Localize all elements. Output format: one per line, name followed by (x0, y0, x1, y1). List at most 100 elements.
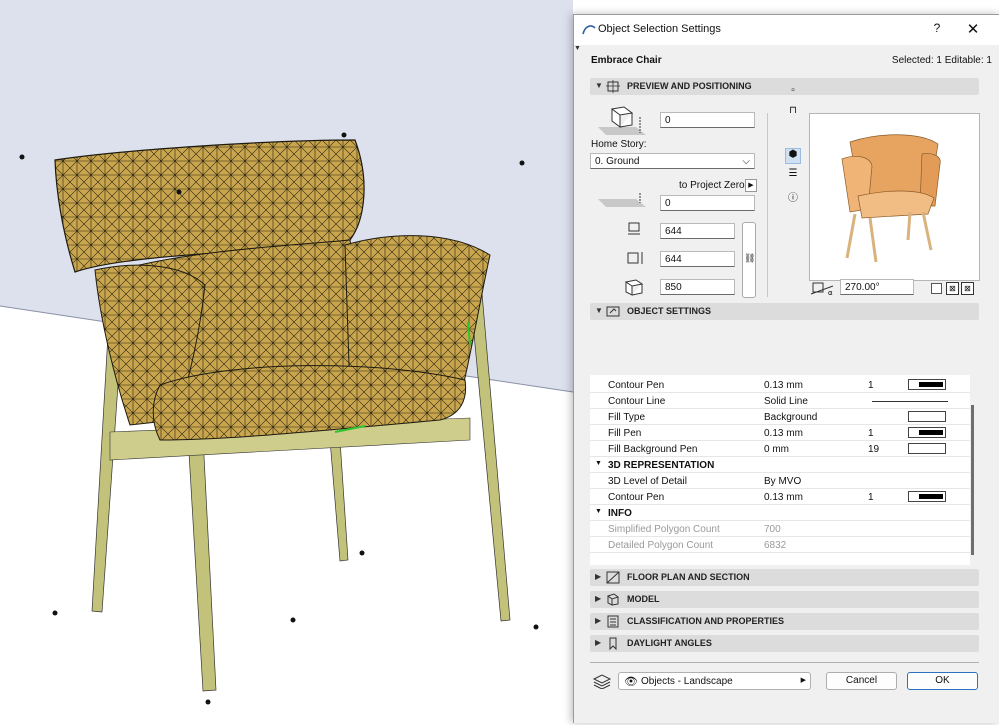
floor-plan-icon (606, 571, 620, 584)
square-icon: ▫ (791, 85, 795, 96)
info-icon: ⓘ (788, 193, 798, 204)
chain-link-icon: ⛓ (744, 253, 756, 263)
param-name: Fill Pen (608, 428, 642, 439)
pen-swatch[interactable] (908, 379, 946, 390)
info-button[interactable]: ⓘ (785, 189, 801, 205)
parameter-table[interactable]: Contour Pen 0.13 mm 1 Contour Line Solid… (590, 375, 970, 565)
close-button[interactable]: ✕ (962, 20, 984, 40)
rotation-angle-icon: α (810, 282, 834, 296)
depth-icon (627, 252, 643, 264)
section-label: MODEL (627, 594, 660, 604)
favorites-arrow-icon[interactable]: ▼ (574, 45, 581, 52)
elevation-view-icon: ☰ (788, 168, 798, 179)
section-floor-plan[interactable]: ▶ FLOOR PLAN AND SECTION (590, 569, 979, 586)
table-row[interactable]: 3D Level of Detail By MVO (590, 473, 970, 489)
table-scrollbar[interactable] (971, 405, 974, 555)
mirror-x-icon[interactable]: ⊠ (946, 282, 959, 295)
eye-icon: 👁 (624, 676, 638, 688)
width-icon (628, 222, 640, 235)
param-pen-number: 19 (868, 444, 880, 455)
pen-swatch[interactable] (908, 427, 946, 438)
param-name: Fill Type (608, 412, 646, 423)
view-elevation-button[interactable]: ☰ (785, 168, 801, 184)
chevron-down-icon: ⌵ (742, 156, 750, 167)
footer-separator (590, 662, 979, 663)
table-row[interactable]: Contour Pen 0.13 mm 1 (590, 489, 970, 505)
group-3d-representation[interactable]: ▼ 3D REPRESENTATION (590, 457, 970, 473)
size-lock-toggle[interactable]: ⛓ (742, 222, 756, 298)
table-row[interactable]: Contour Pen 0.13 mm 1 (590, 377, 970, 393)
chair-side-icon: ⊓ (789, 105, 797, 116)
home-story-label: Home Story: (591, 139, 647, 150)
svg-text:α: α (828, 289, 833, 296)
section-daylight[interactable]: ▶ DAYLIGHT ANGLES (590, 635, 979, 652)
expanded-triangle-icon: ▼ (595, 306, 603, 315)
layer-selector[interactable]: 👁 Objects - Landscape ▶ (618, 672, 811, 690)
help-button[interactable]: ? (928, 21, 946, 39)
width-field[interactable]: 644 (660, 223, 735, 239)
fill-swatch[interactable] (908, 443, 946, 454)
section-label: FLOOR PLAN AND SECTION (627, 572, 750, 582)
param-value: 0.13 mm (764, 492, 803, 503)
depth-field[interactable]: 644 (660, 251, 735, 267)
selection-info: Selected: 1 Editable: 1 (891, 55, 992, 66)
table-row[interactable]: Fill Background Pen 0 mm 19 (590, 441, 970, 457)
elevation-field[interactable]: 0 (660, 112, 755, 128)
pen-swatch[interactable] (908, 491, 946, 502)
object-name: Embrace Chair (591, 55, 662, 66)
object-preview[interactable] (809, 113, 980, 281)
dialog-title: Object Selection Settings (598, 23, 721, 35)
group-label: 3D REPRESENTATION (608, 460, 715, 471)
rotation-field[interactable]: 270.00° (840, 279, 914, 295)
ok-button[interactable]: OK (907, 672, 978, 690)
view-plan-button[interactable]: ▫ (785, 85, 801, 101)
height-field[interactable]: 850 (660, 279, 735, 295)
collapsed-triangle-icon: ▶ (595, 638, 602, 647)
group-info[interactable]: ▼ INFO (590, 505, 970, 521)
cancel-button[interactable]: Cancel (826, 672, 897, 690)
table-row[interactable]: Fill Pen 0.13 mm 1 (590, 425, 970, 441)
mirror-checkbox[interactable] (931, 283, 942, 294)
section-label: CLASSIFICATION AND PROPERTIES (627, 616, 785, 626)
param-name: Contour Pen (608, 380, 665, 391)
param-pen-number: 1 (868, 380, 874, 391)
model-cube-icon (606, 593, 620, 606)
param-name: 3D Level of Detail (608, 476, 687, 487)
param-value: 700 (764, 524, 781, 535)
param-value: 6832 (764, 540, 787, 551)
view-section-button[interactable]: ⊓ (785, 105, 801, 121)
home-story-dropdown[interactable]: 0. Ground ⌵ (590, 153, 755, 169)
line-type-swatch[interactable] (872, 401, 948, 402)
elevation-icon (598, 106, 646, 135)
expanded-triangle-icon: ▼ (595, 81, 603, 90)
chair-preview-image (841, 134, 941, 263)
param-value: 0.13 mm (764, 428, 803, 439)
param-pen-number: 1 (868, 428, 874, 439)
expanded-triangle-icon: ▼ (595, 460, 602, 467)
param-name: Simplified Polygon Count (608, 524, 720, 535)
classification-list-icon (607, 615, 619, 628)
section-object-settings[interactable]: ▼ OBJECT SETTINGS (590, 303, 979, 320)
object-selection-settings-dialog: Object Selection Settings ? ✕ ▼ Embrace … (573, 14, 999, 723)
view-3d-button[interactable]: ⬢ (785, 148, 801, 164)
title-bar[interactable]: Object Selection Settings ? ✕ (574, 15, 999, 45)
param-value: 0 mm (764, 444, 789, 455)
fill-swatch[interactable] (908, 411, 946, 422)
table-row[interactable]: Contour Line Solid Line (590, 393, 970, 409)
param-value: By MVO (764, 476, 802, 487)
param-name: Contour Line (608, 396, 666, 407)
chair-3d-model[interactable] (0, 0, 574, 722)
project-zero-field[interactable]: 0 (660, 195, 755, 211)
table-row[interactable]: Fill Type Background (590, 409, 970, 425)
chevron-right-icon: ▶ (800, 677, 806, 684)
section-label: PREVIEW AND POSITIONING (627, 81, 752, 91)
mirror-y-icon[interactable]: ⊠ (961, 282, 974, 295)
table-row: Simplified Polygon Count 700 (590, 521, 970, 537)
project-zero-label: to Project Zero (679, 180, 745, 191)
param-value: 0.13 mm (764, 380, 803, 391)
expanded-triangle-icon: ▼ (595, 508, 602, 515)
section-model[interactable]: ▶ MODEL (590, 591, 979, 608)
project-zero-arrow-icon[interactable]: ▶ (745, 179, 757, 192)
section-classification[interactable]: ▶ CLASSIFICATION AND PROPERTIES (590, 613, 979, 630)
group-label: INFO (608, 508, 632, 519)
